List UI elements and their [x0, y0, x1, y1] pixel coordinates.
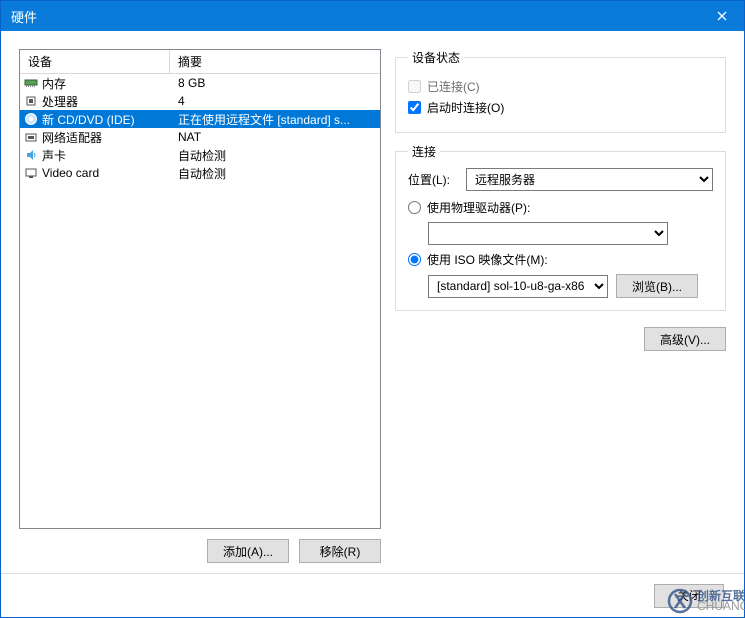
dialog-content: 设备 摘要 内存 8 GB 处理器 4 新 CD/DVD (IDE) 正在使用远程文件 […: [1, 31, 744, 573]
disc-icon: [24, 112, 38, 126]
device-cell-summary: 8 GB: [170, 76, 380, 90]
left-column: 设备 摘要 内存 8 GB 处理器 4 新 CD/DVD (IDE) 正在使用远程文件 […: [19, 49, 381, 563]
window-title: 硬件: [11, 7, 37, 26]
connected-label: 已连接(C): [427, 78, 480, 95]
device-row[interactable]: 处理器 4: [20, 92, 380, 110]
device-cell-name: 声卡: [20, 147, 170, 164]
device-name: 内存: [42, 75, 66, 92]
add-button[interactable]: 添加(A)...: [207, 539, 289, 563]
cpu-icon: [24, 94, 38, 108]
hardware-dialog: 硬件 设备 摘要 内存 8 GB 处理器 4 新 CD/DVD (IDE) 正在使用远程文…: [0, 0, 745, 618]
close-button[interactable]: [699, 1, 744, 31]
device-cell-name: Video card: [20, 166, 170, 180]
connect-start-row: 启动时连接(O): [408, 99, 713, 116]
device-cell-name: 处理器: [20, 93, 170, 110]
device-cell-name: 内存: [20, 75, 170, 92]
connection-group: 连接 位置(L): 远程服务器 使用物理驱动器(P): 使用 ISO 映像文件(: [395, 143, 726, 311]
device-name: 声卡: [42, 147, 66, 164]
device-cell-summary: 4: [170, 94, 380, 108]
physical-radio[interactable]: [408, 201, 421, 214]
location-row: 位置(L): 远程服务器: [408, 168, 713, 191]
device-row[interactable]: 网络适配器 NAT: [20, 128, 380, 146]
device-cell-summary: 正在使用远程文件 [standard] s...: [170, 111, 380, 128]
physical-label[interactable]: 使用物理驱动器(P):: [427, 199, 530, 216]
sound-icon: [24, 148, 38, 162]
physical-drive-select[interactable]: [428, 222, 668, 245]
browse-button[interactable]: 浏览(B)...: [616, 274, 698, 298]
device-cell-summary: 自动检测: [170, 165, 380, 182]
device-name: Video card: [42, 166, 99, 180]
close-icon: [717, 11, 727, 21]
device-list[interactable]: 设备 摘要 内存 8 GB 处理器 4 新 CD/DVD (IDE) 正在使用远程文件 […: [19, 49, 381, 529]
iso-file-select[interactable]: [standard] sol-10-u8-ga-x86: [428, 275, 608, 298]
connect-start-label[interactable]: 启动时连接(O): [427, 99, 504, 116]
location-select[interactable]: 远程服务器: [466, 168, 713, 191]
close-dialog-button[interactable]: 关闭: [654, 584, 724, 608]
memory-icon: [24, 76, 38, 90]
device-row[interactable]: 内存 8 GB: [20, 74, 380, 92]
connect-start-checkbox[interactable]: [408, 101, 421, 114]
remove-button[interactable]: 移除(R): [299, 539, 381, 563]
device-name: 网络适配器: [42, 129, 102, 146]
connection-legend: 连接: [408, 143, 440, 160]
device-rows: 内存 8 GB 处理器 4 新 CD/DVD (IDE) 正在使用远程文件 [standa…: [20, 74, 380, 528]
connected-checkbox: [408, 80, 421, 93]
device-row[interactable]: 新 CD/DVD (IDE) 正在使用远程文件 [standard] s...: [20, 110, 380, 128]
iso-radio-row: 使用 ISO 映像文件(M):: [408, 251, 713, 268]
iso-radio[interactable]: [408, 253, 421, 266]
device-row[interactable]: Video card 自动检测: [20, 164, 380, 182]
advanced-button[interactable]: 高级(V)...: [644, 327, 726, 351]
advanced-row: 高级(V)...: [395, 327, 726, 351]
device-cell-summary: 自动检测: [170, 147, 380, 164]
device-status-group: 设备状态 已连接(C) 启动时连接(O): [395, 49, 726, 133]
device-status-legend: 设备状态: [408, 49, 464, 66]
iso-file-row: [standard] sol-10-u8-ga-x86 浏览(B)...: [408, 274, 713, 298]
titlebar: 硬件: [1, 1, 744, 31]
device-row[interactable]: 声卡 自动检测: [20, 146, 380, 164]
device-cell-name: 网络适配器: [20, 129, 170, 146]
connected-row: 已连接(C): [408, 78, 713, 95]
iso-label[interactable]: 使用 ISO 映像文件(M):: [427, 251, 548, 268]
location-label: 位置(L):: [408, 171, 460, 188]
device-cell-summary: NAT: [170, 130, 380, 144]
device-name: 处理器: [42, 93, 78, 110]
header-summary[interactable]: 摘要: [170, 50, 380, 73]
device-list-header: 设备 摘要: [20, 50, 380, 74]
dialog-footer: 关闭: [1, 573, 744, 617]
header-device[interactable]: 设备: [20, 50, 170, 73]
right-column: 设备状态 已连接(C) 启动时连接(O) 连接 位置(L): 远程服务器: [395, 49, 726, 563]
nic-icon: [24, 130, 38, 144]
device-buttons: 添加(A)... 移除(R): [19, 539, 381, 563]
device-cell-name: 新 CD/DVD (IDE): [20, 111, 170, 128]
physical-radio-row: 使用物理驱动器(P):: [408, 199, 713, 216]
device-name: 新 CD/DVD (IDE): [42, 111, 135, 128]
video-icon: [24, 166, 38, 180]
